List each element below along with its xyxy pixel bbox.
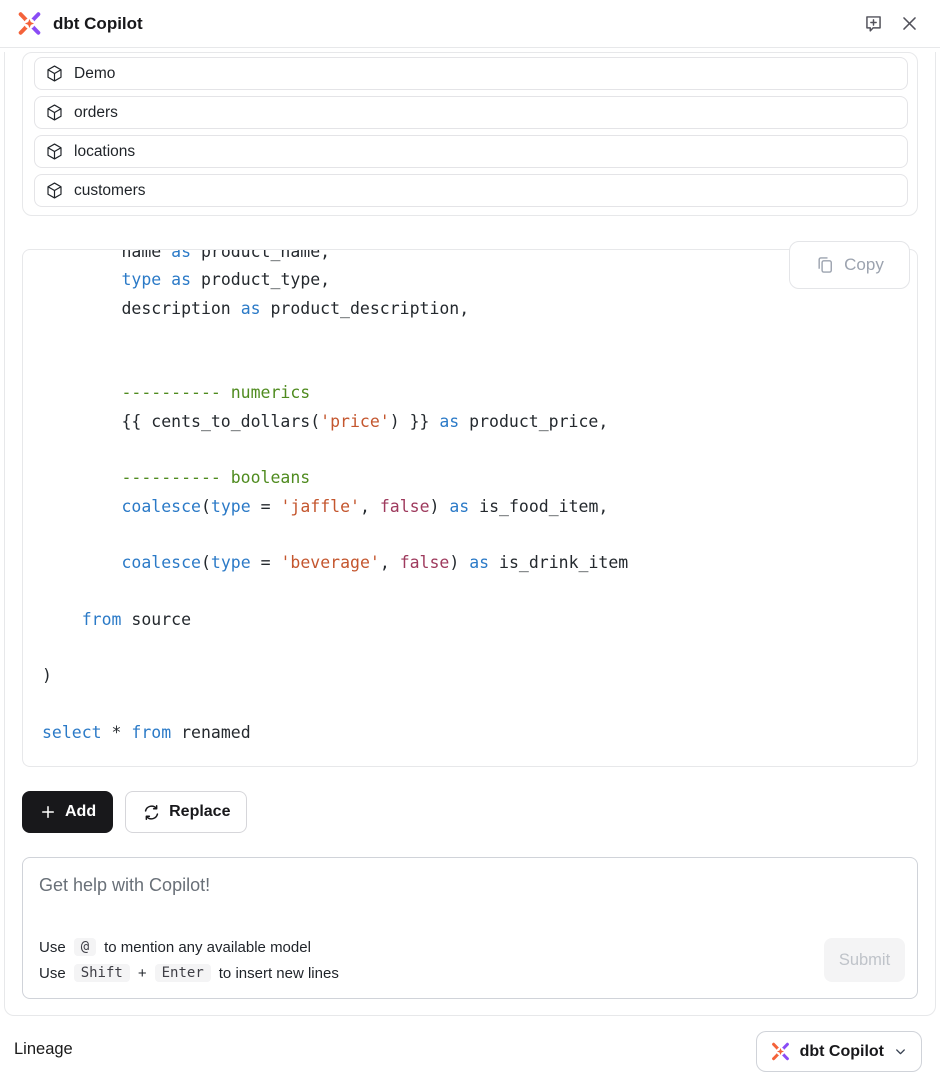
prompt-hint: Use @ to mention any available model (39, 934, 339, 960)
model-chip-label: locations (74, 143, 135, 161)
hint-text: Use (39, 939, 66, 956)
replace-button[interactable]: Replace (125, 791, 247, 833)
code-line: coalesce(type = 'jaffle', false) as is_f… (42, 493, 899, 521)
code-line: ---------- booleans (42, 464, 899, 492)
code-line: ) (42, 662, 899, 690)
add-button[interactable]: Add (22, 791, 113, 833)
code-line (42, 323, 899, 351)
dbt-logo (16, 10, 43, 37)
model-chip-customers[interactable]: customers (34, 174, 908, 207)
copilot-mode-label: dbt Copilot (800, 1043, 884, 1061)
code-line (42, 351, 899, 379)
model-chip-locations[interactable]: locations (34, 135, 908, 168)
kbd-@: @ (74, 938, 96, 956)
code-line (42, 436, 899, 464)
code-line: description as product_description, (42, 295, 899, 323)
code-block[interactable]: name as product_name, type as product_ty… (22, 249, 918, 767)
sql-code: name as product_name, type as product_ty… (23, 249, 917, 765)
prompt-hints: Use @ to mention any available model Use Shi… (39, 934, 339, 986)
code-line: {{ cents_to_dollars('price') }} as produ… (42, 408, 899, 436)
code-line: coalesce(type = 'beverage', false) as is… (42, 549, 899, 577)
hint-text: to mention any available model (104, 939, 311, 956)
panel-title: dbt Copilot (53, 14, 143, 34)
new-chat-icon (863, 13, 884, 34)
close-icon (900, 14, 919, 33)
code-line: name as product_name, (42, 249, 899, 266)
kbd-enter: Enter (155, 964, 211, 982)
dbt-logo (770, 1041, 791, 1062)
model-chip-orders[interactable]: orders (34, 96, 908, 129)
cube-icon (45, 142, 64, 161)
model-chip-demo[interactable]: Demo (34, 57, 908, 90)
code-line (42, 634, 899, 662)
prompt-placeholder: Get help with Copilot! (39, 875, 901, 896)
code-line (42, 691, 899, 719)
plus-icon (39, 803, 57, 821)
copy-icon (815, 255, 835, 275)
cube-icon (45, 64, 64, 83)
cube-icon (45, 181, 64, 200)
kbd-shift: Shift (74, 964, 130, 982)
header-actions (862, 13, 920, 35)
new-chat-icon[interactable] (862, 13, 884, 35)
copilot-prompt-box[interactable]: Get help with Copilot! Use @ to mention an… (22, 857, 918, 999)
footer-bar: Lineage dbt Copilot (0, 1016, 940, 1078)
code-block-wrapper: name as product_name, type as product_ty… (22, 249, 918, 767)
add-button-label: Add (65, 803, 96, 821)
copilot-panel: Demo orders locations customers name as pro… (4, 52, 936, 1016)
copy-button[interactable]: Copy (789, 241, 910, 289)
model-chip-label: Demo (74, 65, 115, 83)
hint-text: to insert new lines (219, 965, 339, 982)
hint-text: Use (39, 965, 66, 982)
panel-header: dbt Copilot (0, 0, 940, 48)
copy-button-label: Copy (844, 255, 884, 275)
prompt-hint: Use Shift + Enter to insert new lines (39, 960, 339, 986)
code-actions: Add Replace (22, 791, 918, 833)
model-chip-label: orders (74, 104, 118, 122)
tab-lineage[interactable]: Lineage (14, 1040, 73, 1059)
copilot-mode-selector[interactable]: dbt Copilot (756, 1031, 922, 1072)
cube-icon (45, 103, 64, 122)
hint-text: + (138, 965, 147, 982)
model-chip-list: Demo orders locations customers (22, 52, 918, 216)
code-line: from source (42, 606, 899, 634)
submit-button[interactable]: Submit (824, 938, 905, 982)
chevron-down-icon (893, 1044, 908, 1059)
code-line: select * from renamed (42, 719, 899, 747)
code-line (42, 578, 899, 606)
close-icon[interactable] (898, 13, 920, 35)
sync-icon (142, 803, 161, 822)
model-chip-label: customers (74, 182, 146, 200)
code-line: ---------- numerics (42, 379, 899, 407)
code-line (42, 521, 899, 549)
replace-button-label: Replace (169, 803, 230, 821)
code-line: type as product_type, (42, 266, 899, 294)
